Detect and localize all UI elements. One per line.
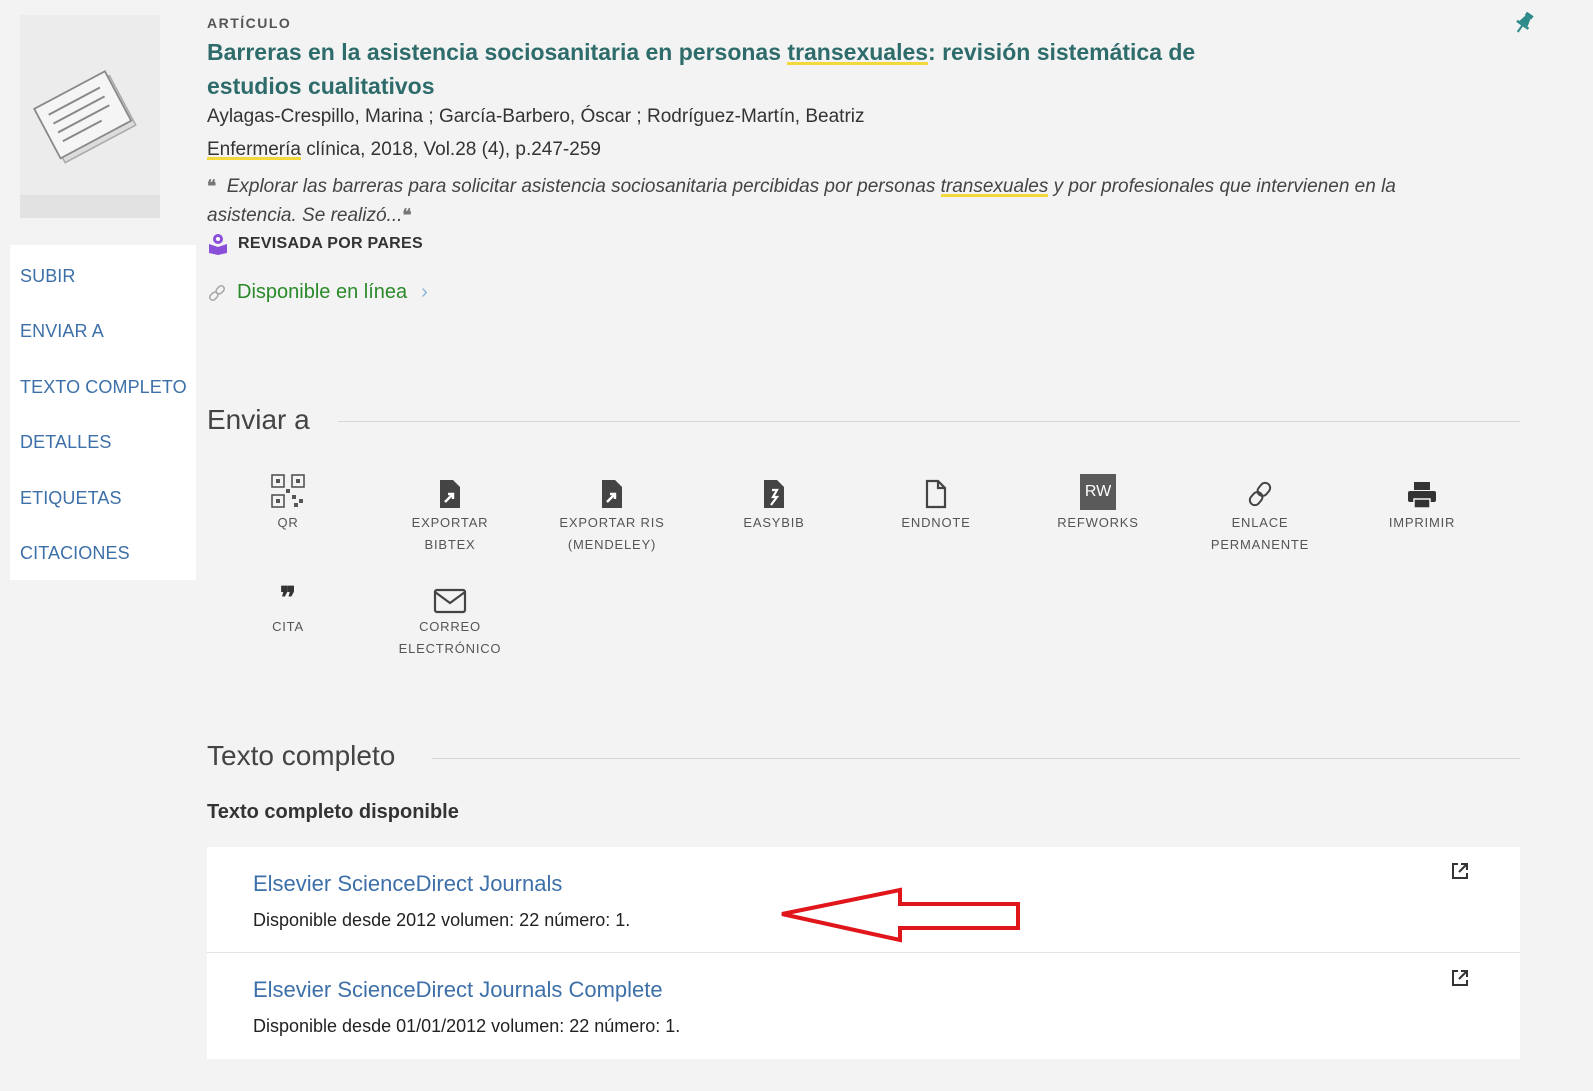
action-label: ENDNOTE: [901, 515, 971, 530]
pin-icon[interactable]: [1512, 10, 1536, 41]
full-text-subtitle: Texto completo disponible: [207, 801, 459, 823]
record-sidebar-nav: SUBIR ENVIAR A TEXTO COMPLETO DETALLES E…: [10, 245, 196, 580]
record-title-link[interactable]: Barreras en la asistencia sociosanitaria…: [207, 35, 1267, 103]
action-label: QR: [277, 515, 299, 530]
action-easybib[interactable]: EASYBIB: [714, 470, 834, 534]
mail-icon: [390, 574, 510, 614]
record-authors: Aylagas-Crespillo, Marina ; García-Barbe…: [207, 106, 865, 127]
availability-link[interactable]: Disponible en línea ›: [207, 281, 428, 304]
export-file-icon: [552, 470, 672, 510]
action-email[interactable]: CORREO ELECTRÓNICO: [390, 574, 510, 660]
link-icon: [1200, 470, 1320, 510]
close-quote-icon: ❝: [402, 206, 412, 225]
action-label: EXPORTAR RIS (MENDELEY): [559, 515, 665, 552]
full-text-source-coverage: Disponible desde 01/01/2012 volumen: 22 …: [253, 1016, 681, 1036]
document-thumbnail-icon: [20, 70, 160, 218]
sidebar-item-texto-completo[interactable]: TEXTO COMPLETO: [20, 377, 187, 398]
peer-reviewed-label: REVISADA POR PARES: [238, 235, 423, 252]
document-icon: [876, 470, 996, 510]
full-text-heading: Texto completo: [207, 740, 396, 771]
source-rest: clínica, 2018, Vol.28 (4), p.247-259: [300, 139, 601, 160]
action-label: CORREO ELECTRÓNICO: [398, 619, 502, 656]
action-label: IMPRIMIR: [1388, 515, 1456, 530]
sidebar-item-subir[interactable]: SUBIR: [20, 266, 76, 287]
open-quote-icon: ❝: [207, 177, 217, 196]
title-highlight: transexuales: [787, 39, 929, 65]
action-label: EXPORTAR BIBTEX: [411, 515, 489, 552]
action-label: CITA: [272, 619, 304, 634]
action-export-bibtex[interactable]: EXPORTAR BIBTEX: [390, 470, 510, 556]
chevron-right-icon: ›: [421, 281, 428, 303]
snippet-text: Explorar las barreras para solicitar asi…: [226, 176, 941, 197]
record-type-label: ARTÍCULO: [207, 15, 292, 31]
full-text-source-item: Elsevier ScienceDirect Journals Complete…: [207, 953, 1520, 1059]
annotation-arrow-icon: [781, 887, 1020, 943]
peer-reviewed-badge: REVISADA POR PARES: [207, 233, 423, 255]
send-to-divider: [338, 421, 1520, 422]
link-icon: [208, 284, 226, 301]
full-text-source-coverage: Disponible desde 2012 volumen: 22 número…: [253, 910, 631, 930]
title-text: Barreras en la asistencia sociosanitaria…: [207, 39, 788, 65]
refworks-icon: RW: [1038, 470, 1158, 510]
easybib-icon: [714, 470, 834, 510]
send-to-heading: Enviar a: [207, 404, 310, 435]
record-source: Enfermería clínica, 2018, Vol.28 (4), p.…: [207, 139, 601, 161]
record-thumbnail: [20, 15, 160, 218]
action-endnote[interactable]: ENDNOTE: [876, 470, 996, 534]
source-highlight: Enfermería: [207, 139, 301, 160]
action-qr[interactable]: QR: [228, 470, 348, 534]
export-file-icon: [390, 470, 510, 510]
record-snippet: ❝ Explorar las barreras para solicitar a…: [207, 172, 1407, 230]
sidebar-item-etiquetas[interactable]: ETIQUETAS: [20, 488, 122, 509]
action-cite[interactable]: ❞ CITA: [228, 574, 348, 638]
action-permalink[interactable]: ENLACE PERMANENTE: [1200, 470, 1320, 556]
action-label: EASYBIB: [743, 515, 805, 530]
action-label: ENLACE PERMANENTE: [1210, 515, 1310, 552]
full-text-divider: [432, 758, 1520, 759]
action-refworks[interactable]: RW REFWORKS: [1038, 470, 1158, 534]
external-link-icon[interactable]: [1450, 861, 1470, 886]
snippet-highlight: transexuales: [940, 176, 1049, 197]
action-label: REFWORKS: [1057, 515, 1139, 530]
full-text-source-link[interactable]: Elsevier ScienceDirect Journals Complete: [253, 977, 663, 1003]
qr-code-icon: [228, 470, 348, 510]
availability-label: Disponible en línea: [237, 281, 408, 303]
full-text-source-link[interactable]: Elsevier ScienceDirect Journals: [253, 871, 562, 897]
peer-reviewed-icon: [209, 234, 227, 255]
printer-icon: [1362, 470, 1482, 510]
external-link-icon[interactable]: [1450, 968, 1470, 993]
quote-icon: ❞: [279, 581, 297, 616]
action-export-ris[interactable]: EXPORTAR RIS (MENDELEY): [552, 470, 672, 556]
sidebar-item-citaciones[interactable]: CITACIONES: [20, 543, 130, 564]
sidebar-item-detalles[interactable]: DETALLES: [20, 432, 112, 453]
action-print[interactable]: IMPRIMIR: [1362, 470, 1482, 534]
sidebar-item-enviar-a[interactable]: ENVIAR A: [20, 321, 104, 342]
